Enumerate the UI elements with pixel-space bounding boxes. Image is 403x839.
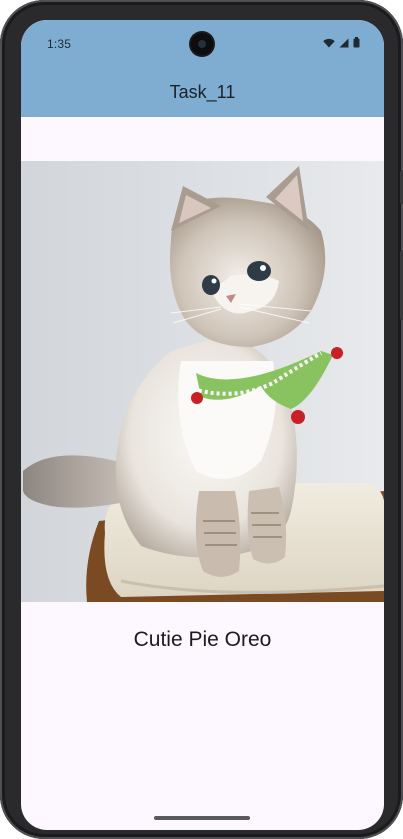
battery-icon: [353, 37, 360, 48]
cellular-signal-icon: [339, 38, 349, 47]
phone-frame: 1:35 Task_11 Cutie Pie Oreo: [0, 0, 403, 839]
status-icons: [323, 37, 360, 48]
cat-image: [21, 161, 384, 602]
app-title: Task_11: [169, 82, 236, 102]
home-indicator[interactable]: [154, 816, 250, 820]
status-bar: 1:35: [21, 20, 384, 70]
status-time: 1:35: [47, 37, 72, 51]
cat-photo: [21, 161, 384, 602]
front-camera: [191, 33, 213, 55]
app-bar: Task_11: [21, 70, 384, 117]
wifi-icon: [323, 38, 335, 47]
photo-caption: Cutie Pie Oreo: [133, 628, 272, 651]
screen: 1:35 Task_11 Cutie Pie Oreo: [21, 20, 384, 830]
